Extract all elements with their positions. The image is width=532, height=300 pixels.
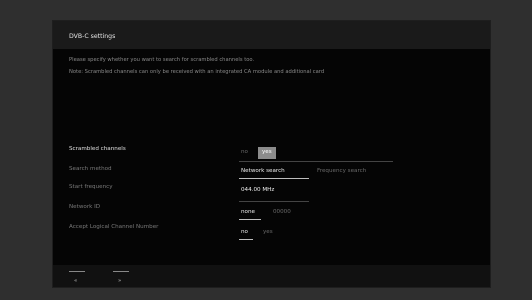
- lcn-label: Accept Logical Channel Number: [69, 224, 159, 230]
- navigation-bar: « »: [53, 265, 490, 287]
- info-text-line-2: Note: Scrambled channels can only be rec…: [69, 69, 325, 75]
- search-method-underline: [239, 178, 309, 179]
- dialog-header: DVB-C settings: [53, 21, 490, 49]
- start-frequency-field[interactable]: 044.00 MHz: [241, 187, 274, 194]
- lcn-option-yes[interactable]: yes: [263, 229, 273, 236]
- search-method-option-network[interactable]: Network search: [241, 168, 285, 175]
- forward-button-line: [113, 271, 129, 272]
- dialog-title: DVB-C settings: [69, 33, 116, 40]
- start-frequency-label: Start frequency: [69, 184, 113, 190]
- lcn-underline: [239, 239, 253, 240]
- network-id-option-none[interactable]: none: [241, 209, 255, 216]
- search-method-label: Search method: [69, 166, 112, 172]
- search-method-option-frequency[interactable]: Frequency search: [317, 168, 366, 175]
- scrambled-channels-label: Scrambled channels: [69, 146, 126, 152]
- scrambled-option-no[interactable]: no: [241, 149, 248, 156]
- forward-button[interactable]: »: [118, 278, 121, 284]
- back-button-line: [69, 271, 85, 272]
- info-text-line-1: Please specify whether you want to searc…: [69, 57, 255, 63]
- back-button[interactable]: «: [74, 278, 77, 284]
- settings-screen: DVB-C settings Please specify whether yo…: [52, 20, 491, 288]
- scrambled-underline: [239, 161, 393, 162]
- start-frequency-underline: [239, 201, 309, 202]
- scrambled-option-yes[interactable]: yes: [258, 147, 276, 159]
- network-id-underline: [239, 219, 261, 220]
- lcn-option-no[interactable]: no: [241, 229, 248, 236]
- network-id-label: Network ID: [69, 204, 101, 210]
- network-id-option-value[interactable]: 00000: [273, 209, 291, 216]
